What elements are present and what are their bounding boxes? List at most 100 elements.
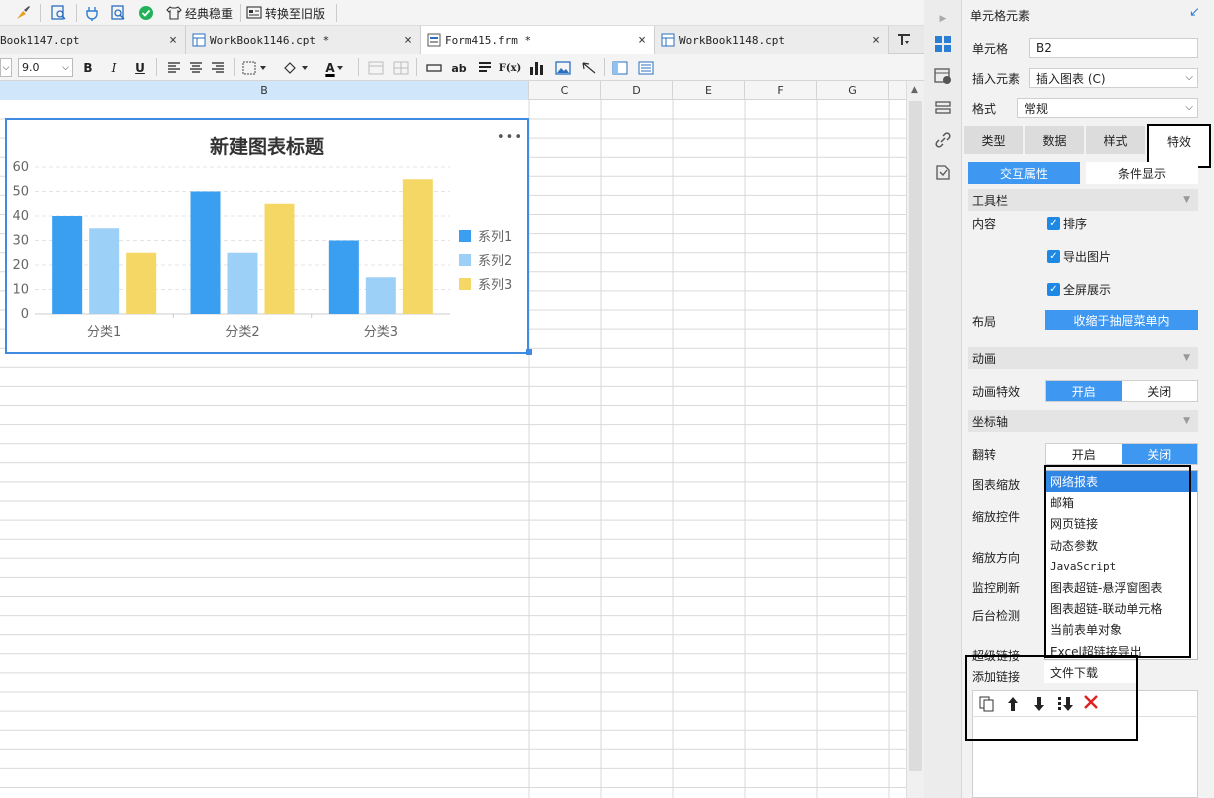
align-center-icon[interactable]	[186, 58, 206, 78]
ab-text-button[interactable]: ab	[449, 58, 469, 78]
style-label: 格式	[972, 102, 997, 116]
tab-data[interactable]: 数据	[1025, 126, 1085, 154]
fill-color-dropdown[interactable]	[280, 58, 314, 78]
close-icon[interactable]: ×	[169, 33, 177, 48]
legend-label: 系列2	[478, 254, 512, 269]
check-icon: ✓	[1047, 283, 1060, 296]
font-color-dropdown[interactable]: A	[318, 58, 352, 78]
bar	[402, 179, 433, 314]
legend-swatch	[459, 230, 471, 242]
section-axis[interactable]: 坐标轴 ▼	[968, 410, 1198, 432]
tab-form415[interactable]: Form415.frm * ×	[421, 26, 655, 54]
cell-label: 单元格	[972, 42, 1009, 56]
legend-label: 系列1	[478, 230, 512, 245]
cell-element-icon[interactable]	[932, 33, 954, 55]
slash-icon[interactable]	[579, 58, 599, 78]
animation-off-button[interactable]: 关闭	[1122, 381, 1198, 401]
x-tick-label: 分类3	[364, 325, 398, 340]
scroll-up-icon[interactable]: ▲	[911, 85, 918, 95]
widget-settings-icon[interactable]	[932, 97, 954, 119]
condition-icon[interactable]	[932, 161, 954, 183]
column-header-c[interactable]: C	[529, 81, 601, 100]
checkbox-fullscreen[interactable]: ✓ 全屏展示	[1047, 281, 1111, 298]
paragraph-icon[interactable]	[475, 58, 495, 78]
freeze-icon[interactable]	[610, 58, 630, 78]
check-circle-icon[interactable]	[138, 3, 156, 23]
side-icon-strip: ▶	[924, 0, 962, 798]
column-header-b[interactable]: B	[0, 81, 529, 100]
tab-workbook1148[interactable]: WorkBook1148.cpt ×	[655, 26, 889, 54]
section-toolbar[interactable]: 工具栏 ▼	[968, 189, 1198, 211]
convert-old-label: 转换至旧版	[265, 6, 326, 21]
list-view-icon[interactable]	[636, 58, 656, 78]
y-tick-label: 40	[12, 209, 29, 224]
bold-button[interactable]: B	[78, 58, 98, 78]
font-color-glyph: A	[325, 61, 335, 75]
tab-workbook1146[interactable]: WorkBook1146.cpt * ×	[186, 26, 421, 54]
brush-icon[interactable]	[14, 3, 32, 23]
italic-button[interactable]: I	[104, 58, 124, 78]
style-value: 常规	[1024, 101, 1049, 116]
subtab-conditional[interactable]: 条件显示	[1086, 162, 1198, 184]
collapse-icon: ▼	[1183, 195, 1190, 205]
tab-type[interactable]: 类型	[964, 126, 1024, 154]
convert-old-button[interactable]: 转换至旧版	[246, 3, 325, 23]
cell-attribute-icon[interactable]	[932, 65, 954, 87]
monitor-refresh-label: 监控刷新	[972, 581, 1021, 595]
scroll-thumb[interactable]	[909, 101, 922, 771]
classic-theme-button[interactable]: 经典稳重	[166, 3, 233, 23]
flip-off-button[interactable]: 关闭	[1121, 444, 1197, 464]
close-icon[interactable]: ×	[638, 33, 646, 48]
flip-toggle: 开启 关闭	[1045, 443, 1198, 465]
check-icon: ✓	[1047, 217, 1060, 230]
close-icon[interactable]: ×	[404, 33, 412, 48]
checkbox-export-image[interactable]: ✓ 导出图片	[1047, 248, 1111, 265]
formula-button[interactable]: F(x)	[499, 58, 522, 78]
preview-icon[interactable]	[50, 3, 68, 23]
animation-on-button[interactable]: 开启	[1046, 381, 1122, 401]
align-left-icon[interactable]	[164, 58, 184, 78]
resize-handle[interactable]	[526, 349, 532, 355]
align-right-icon[interactable]	[208, 58, 228, 78]
checkbox-sort[interactable]: ✓ 排序	[1047, 215, 1087, 232]
classic-theme-label: 经典稳重	[185, 6, 234, 21]
chevron-down-icon: ⌵	[1185, 72, 1193, 83]
insert-element-dropdown[interactable]: 插入图表 (C) ⌵	[1029, 68, 1198, 88]
split-cells-icon[interactable]	[391, 58, 411, 78]
close-icon[interactable]: ×	[872, 33, 880, 48]
chart-icon[interactable]	[527, 58, 547, 78]
column-header-g[interactable]: G	[817, 81, 889, 100]
insert-element-value: 插入图表 (C)	[1036, 71, 1106, 86]
plugin-icon[interactable]	[84, 3, 102, 23]
style-dropdown[interactable]: 常规 ⌵	[1017, 98, 1198, 118]
column-header-e[interactable]: E	[673, 81, 745, 100]
textbox-icon[interactable]	[424, 58, 444, 78]
y-tick-label: 20	[12, 258, 29, 273]
vertical-scrollbar[interactable]: ▲	[906, 81, 924, 798]
font-size-dropdown[interactable]: 9.0 ⌵	[18, 58, 73, 77]
insert-element-label: 插入元素	[972, 72, 1021, 86]
collapse-arrow-icon[interactable]: ↙	[1189, 5, 1200, 20]
y-tick-label: 10	[12, 283, 29, 298]
tab-list-icon[interactable]	[896, 32, 914, 48]
column-header-d[interactable]: D	[601, 81, 673, 100]
column-header-f[interactable]: F	[745, 81, 817, 100]
font-family-dropdown[interactable]: ⌵	[0, 58, 12, 77]
merge-cells-icon[interactable]	[366, 58, 386, 78]
section-animation[interactable]: 动画 ▼	[968, 347, 1198, 369]
underline-button[interactable]: U	[130, 58, 150, 78]
legend-swatch	[459, 278, 471, 290]
cell-input[interactable]: B2	[1029, 38, 1198, 58]
tab-style[interactable]: 样式	[1086, 126, 1146, 154]
flip-on-button[interactable]: 开启	[1046, 444, 1122, 464]
image-icon[interactable]	[553, 58, 573, 78]
expand-arrow-icon[interactable]: ▶	[932, 8, 954, 30]
border-dropdown[interactable]	[240, 58, 272, 78]
layout-button[interactable]: 收缩于抽屉菜单内	[1045, 310, 1198, 330]
tab-book1147[interactable]: Book1147.cpt ×	[0, 26, 186, 54]
bar	[52, 216, 83, 314]
search-doc-icon[interactable]	[110, 3, 128, 23]
subtab-interaction[interactable]: 交互属性	[968, 162, 1080, 184]
chart-widget[interactable]: 新建图表标题 ••• 0 10 20 30 40 50 60 分类1 分类2 分类3 系列1 系列2 系…	[5, 118, 532, 355]
link-icon[interactable]	[932, 129, 954, 151]
